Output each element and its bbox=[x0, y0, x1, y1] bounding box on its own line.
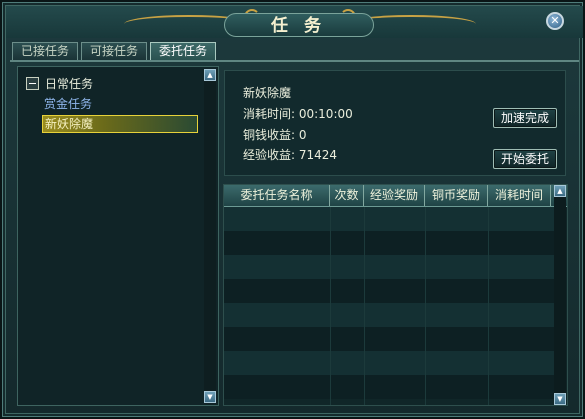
column-header-exp-reward[interactable]: 经验奖励 bbox=[364, 185, 425, 206]
delegate-table: 委托任务名称 次数 经验奖励 铜币奖励 消耗时间 ▲ ▼ bbox=[223, 184, 568, 406]
column-divider bbox=[330, 207, 331, 405]
table-row[interactable] bbox=[224, 351, 554, 375]
tree-item-bounty[interactable]: 赏金任务 bbox=[44, 96, 92, 112]
table-scrollbar[interactable]: ▲ ▼ bbox=[554, 185, 566, 405]
scroll-up-icon[interactable]: ▲ bbox=[554, 185, 566, 197]
scroll-up-icon[interactable]: ▲ bbox=[204, 69, 216, 81]
close-icon[interactable]: ✕ bbox=[546, 12, 564, 30]
table-header: 委托任务名称 次数 经验奖励 铜币奖励 消耗时间 bbox=[224, 185, 567, 207]
table-row[interactable] bbox=[224, 255, 554, 279]
time-cost: 消耗时间: 00:10:00 bbox=[243, 107, 353, 121]
table-body bbox=[224, 207, 554, 405]
task-tree-panel: 日常任务 赏金任务 新妖除魔 ▲ ▼ bbox=[17, 66, 219, 406]
tab-available[interactable]: 可接任务 bbox=[81, 42, 148, 60]
tree-item-demon-slaying[interactable]: 新妖除魔 bbox=[42, 115, 198, 133]
start-delegate-button[interactable]: 开始委托 bbox=[493, 149, 557, 169]
table-row[interactable] bbox=[224, 279, 554, 303]
column-header-count[interactable]: 次数 bbox=[330, 185, 364, 206]
table-row[interactable] bbox=[224, 207, 554, 231]
scroll-down-icon[interactable]: ▼ bbox=[204, 391, 216, 403]
tab-divider bbox=[10, 60, 579, 62]
title-bar: 任务 bbox=[6, 6, 583, 38]
exp-income: 经验收益: 71424 bbox=[243, 148, 338, 162]
tree-category-label: 日常任务 bbox=[45, 76, 94, 91]
copper-income: 铜钱收益: 0 bbox=[243, 128, 307, 142]
task-name: 新妖除魔 bbox=[243, 86, 292, 100]
column-header-task-name[interactable]: 委托任务名称 bbox=[224, 185, 330, 206]
scroll-down-icon[interactable]: ▼ bbox=[554, 393, 566, 405]
tab-delegate[interactable]: 委托任务 bbox=[150, 42, 217, 60]
collapse-icon[interactable] bbox=[26, 76, 39, 90]
column-header-time-cost[interactable]: 消耗时间 bbox=[488, 185, 551, 206]
task-detail-panel: 新妖除魔 消耗时间: 00:10:00 铜钱收益: 0 经验收益: 71424 … bbox=[224, 70, 566, 176]
column-divider bbox=[488, 207, 489, 405]
tree-category-daily[interactable]: 日常任务 bbox=[26, 75, 93, 91]
table-row[interactable] bbox=[224, 303, 554, 327]
table-row[interactable] bbox=[224, 231, 554, 255]
task-window: 任务 ✕ 已接任务 可接任务 委托任务 日常任务 赏金任务 新妖除魔 ▲ ▼ 新… bbox=[0, 0, 585, 419]
tree-scrollbar[interactable]: ▲ ▼ bbox=[204, 69, 216, 403]
table-row[interactable] bbox=[224, 327, 554, 351]
tab-bar: 已接任务 可接任务 委托任务 bbox=[12, 42, 217, 60]
column-divider bbox=[425, 207, 426, 405]
speed-up-button[interactable]: 加速完成 bbox=[493, 108, 557, 128]
tab-accepted[interactable]: 已接任务 bbox=[12, 42, 79, 60]
table-row[interactable] bbox=[224, 375, 554, 399]
column-divider bbox=[364, 207, 365, 405]
column-header-copper-reward[interactable]: 铜币奖励 bbox=[425, 185, 488, 206]
window-title: 任务 bbox=[224, 13, 374, 37]
